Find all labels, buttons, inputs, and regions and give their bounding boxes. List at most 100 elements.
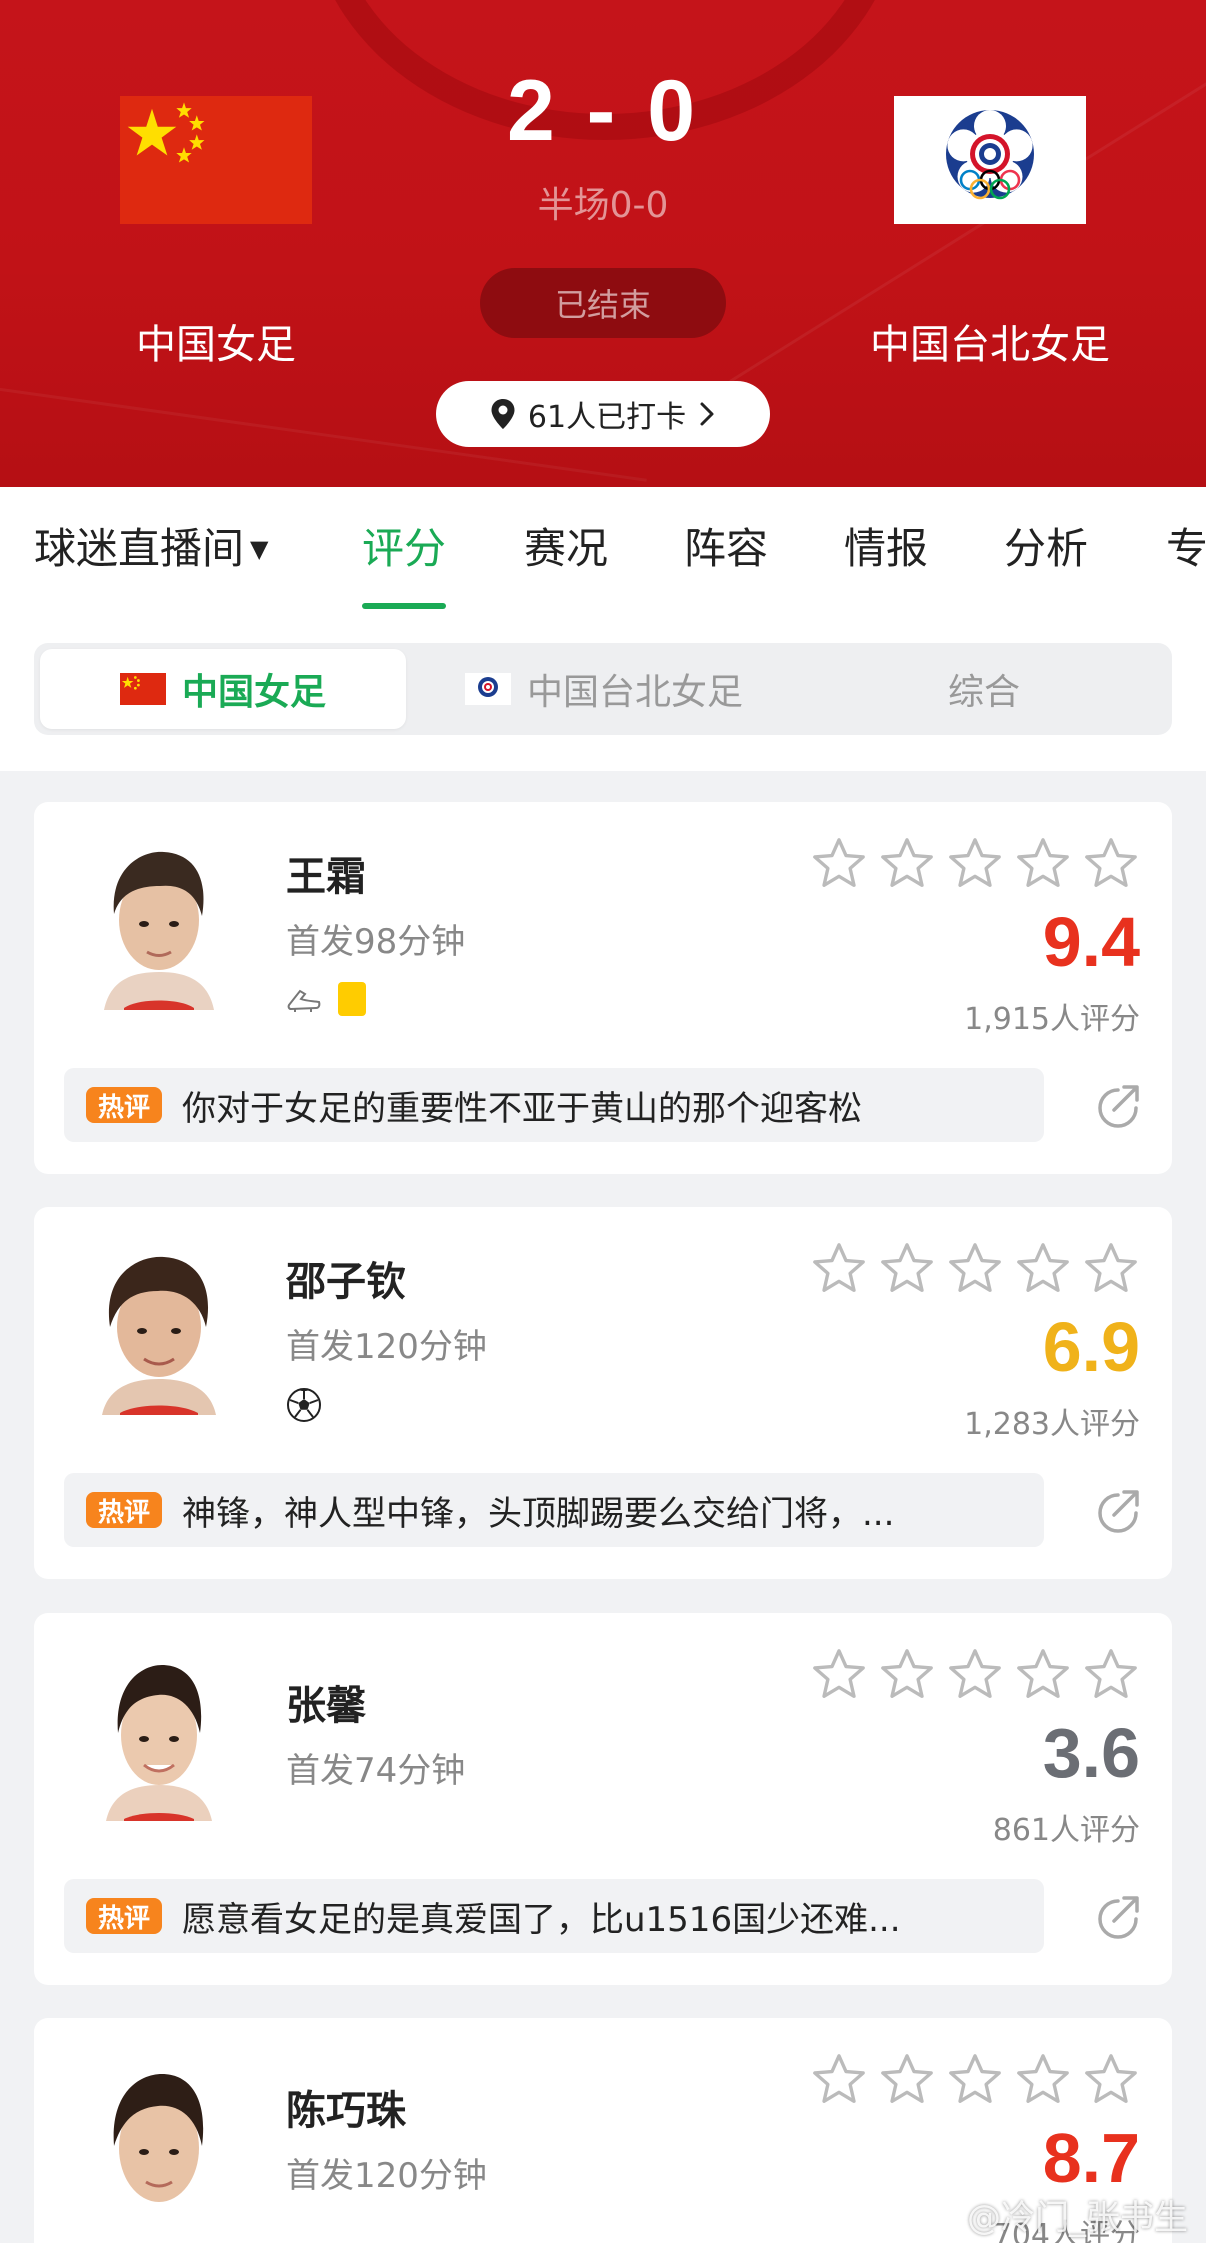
player-avatar [84, 1237, 234, 1415]
chinese-taipei-flag-icon[interactable] [894, 96, 1086, 224]
segment-label: 综合 [947, 672, 1020, 713]
halftime-score: 半场0-0 [537, 185, 669, 226]
away-team-name[interactable]: 中国台北女足 [840, 312, 1140, 370]
team-selector: 中国女足 中国台北女足 综合 [34, 643, 1172, 735]
player-rating: 8.7 [1042, 2119, 1140, 2197]
rating-stars[interactable] [810, 1647, 1140, 1703]
match-status-badge: 已结束 [480, 268, 726, 338]
hot-comment-text: 愿意看女足的是真爱国了，比u1516国少还难... [182, 1899, 901, 1940]
star-icon[interactable] [946, 1241, 1004, 1297]
tab-label: 分析 [1004, 524, 1089, 573]
segment-home-team[interactable]: 中国女足 [40, 649, 406, 729]
player-minutes: 首发120分钟 [286, 2156, 487, 2196]
yellow-card-icon [338, 982, 366, 1016]
chinese-taipei-flag-icon [464, 673, 511, 705]
rating-count: 861人评分 [992, 1813, 1140, 1848]
star-icon[interactable] [946, 836, 1004, 892]
star-icon[interactable] [1014, 1241, 1072, 1297]
match-header: 2 - 0 半场0-0 已结束 中国女足 中国台北女足 61人已打卡 [0, 0, 1206, 487]
segment-away-team[interactable]: 中国台北女足 [414, 643, 794, 735]
star-icon[interactable] [946, 1647, 1004, 1703]
tab-label: 专 [1166, 524, 1206, 573]
hot-comment[interactable]: 热评 神锋，神人型中锋，头顶脚踢要么交给门将，... [64, 1473, 1044, 1547]
star-icon[interactable] [810, 1647, 868, 1703]
hot-comment-text: 神锋，神人型中锋，头顶脚踢要么交给门将，... [182, 1493, 895, 1534]
segment-label: 中国女足 [181, 672, 326, 713]
tab-intel[interactable]: 情报 [844, 487, 928, 609]
player-name: 邵子钦 [286, 1259, 406, 1305]
star-icon[interactable] [1014, 2052, 1072, 2108]
player-rating: 6.9 [1042, 1308, 1140, 1386]
star-icon[interactable] [810, 2052, 868, 2108]
china-flag-icon [119, 673, 166, 705]
star-icon[interactable] [878, 2052, 936, 2108]
watermark: @冷门_张书生 [967, 2198, 1188, 2238]
rating-count: 1,283人评分 [964, 1407, 1140, 1442]
player-minutes: 首发74分钟 [286, 1751, 466, 1791]
share-icon[interactable] [1092, 1485, 1144, 1537]
star-icon[interactable] [878, 1241, 936, 1297]
tab-bar: 球迷直播间 ▼ 评分 赛况 阵容 情报 分析 专 [0, 487, 1206, 609]
star-icon[interactable] [1082, 2052, 1140, 2108]
team-selector-section: 中国女足 中国台北女足 综合 [0, 609, 1206, 771]
checkin-label: 61人已打卡 [527, 400, 687, 435]
tab-special[interactable]: 专 [1166, 487, 1206, 609]
tab-label: 阵容 [684, 524, 769, 573]
tab-fan-live[interactable]: 球迷直播间 ▼ [34, 487, 268, 609]
rating-stars[interactable] [810, 2052, 1140, 2108]
hot-comment[interactable]: 热评 愿意看女足的是真爱国了，比u1516国少还难... [64, 1879, 1044, 1953]
player-event-icons [286, 982, 366, 1016]
checkin-button[interactable]: 61人已打卡 [436, 381, 770, 447]
player-minutes: 首发98分钟 [286, 922, 466, 962]
star-icon[interactable] [810, 836, 868, 892]
tab-label: 赛况 [524, 524, 609, 573]
boot-icon [287, 989, 321, 1012]
player-minutes: 首发120分钟 [286, 1327, 487, 1367]
player-rating: 3.6 [1042, 1714, 1140, 1792]
hot-comment[interactable]: 热评 你对于女足的重要性不亚于黄山的那个迎客松 [64, 1068, 1044, 1142]
player-avatar [84, 1643, 234, 1821]
caret-down-icon: ▼ [250, 535, 269, 563]
hot-comment-badge: 热评 [86, 1898, 162, 1934]
tab-label: 球迷直播间 [34, 524, 245, 573]
player-card[interactable]: 张馨 首发74分钟 3.6 861人评分 热评 愿意看女足的是真爱国了，比u15… [34, 1613, 1172, 1985]
share-icon[interactable] [1092, 1891, 1144, 1943]
tab-analysis[interactable]: 分析 [1004, 487, 1088, 609]
player-event-icons [286, 1387, 322, 1423]
star-icon[interactable] [878, 836, 936, 892]
segment-label: 中国台北女足 [526, 672, 743, 713]
hot-comment-badge: 热评 [86, 1492, 162, 1528]
hot-comment-text: 你对于女足的重要性不亚于黄山的那个迎客松 [182, 1088, 862, 1129]
tab-match-events[interactable]: 赛况 [524, 487, 608, 609]
player-card[interactable]: 邵子钦 首发120分钟 6.9 1,283人评分 热评 神锋，神人型中锋，头顶脚… [34, 1207, 1172, 1579]
scroll-up-icon[interactable] [66, 2140, 116, 2190]
star-icon[interactable] [1082, 1647, 1140, 1703]
match-score: 2 - 0 [506, 63, 700, 159]
rating-stars[interactable] [810, 1241, 1140, 1297]
player-card[interactable]: 王霜 首发98分钟 9.4 1,915人评分 热评 你对于女足的重要性不亚于黄山… [34, 802, 1172, 1174]
player-avatar [84, 832, 234, 1010]
home-team-name[interactable]: 中国女足 [80, 312, 352, 370]
china-flag-icon[interactable] [120, 96, 312, 224]
rating-stars[interactable] [810, 836, 1140, 892]
star-icon[interactable] [946, 2052, 1004, 2108]
location-pin-icon [491, 399, 515, 429]
share-icon[interactable] [1092, 1080, 1144, 1132]
star-icon[interactable] [1014, 836, 1072, 892]
chevron-right-icon [700, 402, 714, 426]
player-name: 王霜 [286, 854, 366, 900]
star-icon[interactable] [810, 1241, 868, 1297]
player-avatar [84, 2048, 234, 2226]
star-icon[interactable] [878, 1647, 936, 1703]
segment-combined[interactable]: 综合 [802, 643, 1166, 735]
tab-ratings[interactable]: 评分 [362, 487, 447, 609]
star-icon[interactable] [1014, 1647, 1072, 1703]
tab-lineup[interactable]: 阵容 [684, 487, 768, 609]
soccer-ball-icon [287, 1388, 321, 1422]
player-rating: 9.4 [1042, 903, 1140, 981]
star-icon[interactable] [1082, 836, 1140, 892]
player-name: 张馨 [286, 1683, 366, 1729]
star-icon[interactable] [1082, 1241, 1140, 1297]
rating-count: 1,915人评分 [964, 1002, 1140, 1037]
player-name: 陈巧珠 [286, 2088, 406, 2134]
